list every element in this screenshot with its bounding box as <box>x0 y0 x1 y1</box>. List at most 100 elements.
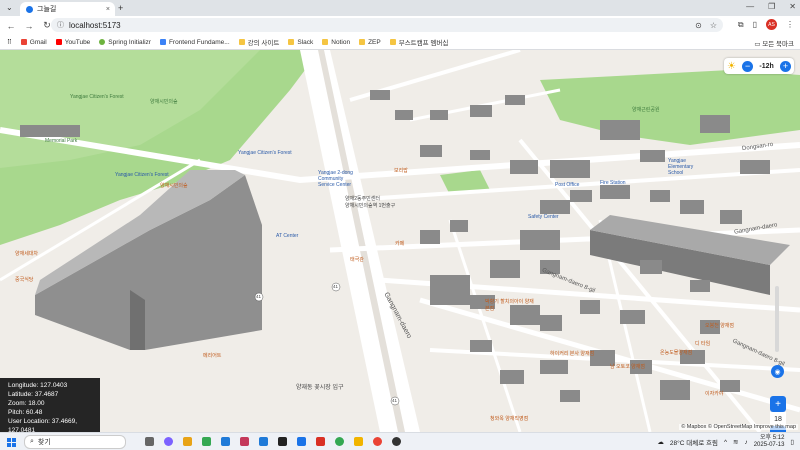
notification-icon[interactable]: ▯ <box>790 438 794 446</box>
new-tab-button[interactable]: + <box>118 3 123 13</box>
app-icon[interactable] <box>316 437 325 446</box>
app-icon[interactable] <box>259 437 268 446</box>
tab-close-icon[interactable]: × <box>106 6 110 13</box>
pitch-text: Pitch: 60.48 <box>8 409 43 416</box>
browser-window: ⌄ 그늘길 × + — ❐ ✕ ← → ↻ ⓘ localhost:5173 ⊙… <box>0 0 800 450</box>
site-info-icon[interactable]: ⓘ <box>57 20 64 30</box>
time-control: ☀ − -12h + <box>724 58 794 74</box>
taskview-icon[interactable] <box>145 437 154 446</box>
app-icon[interactable] <box>183 437 192 446</box>
taskbar-search[interactable]: ⌕ 찾기 <box>24 435 126 449</box>
bookmark-star-icon[interactable]: ☆ <box>710 21 717 30</box>
folder-icon <box>288 39 295 45</box>
route-number: 41 <box>333 284 339 289</box>
map-canvas[interactable]: 41 41 41 Gangnam-daero Gangnam-daero 8-g… <box>0 50 800 432</box>
folder-icon <box>359 39 366 45</box>
route-number: 41 <box>392 398 398 403</box>
weather-text[interactable]: 28°C 대체로 흐림 <box>670 437 718 447</box>
pitch-slider[interactable] <box>775 286 779 352</box>
time-offset-value: -12h <box>759 62 774 70</box>
app-icon[interactable] <box>164 437 173 446</box>
poi-label: 태극관 <box>350 257 364 263</box>
folder-icon <box>322 39 329 45</box>
bookmark-folder-boostcamp[interactable]: 부스트캠프 멤버십 <box>389 37 448 47</box>
extensions-icon[interactable]: ⧉ <box>738 20 744 30</box>
all-bookmarks[interactable]: ▭ 모든 북마크 <box>754 38 794 48</box>
bookmark-spring[interactable]: Spring Initializr <box>99 39 151 46</box>
clock[interactable]: 오후 5:12 2025-07-13 <box>754 435 785 449</box>
weather-icon: ☁ <box>657 439 664 446</box>
longitude-text: Longitude: 127.0403 <box>8 382 68 389</box>
map-info-panel: Longitude: 127.0403 Latitude: 37.4687 Zo… <box>0 378 100 432</box>
poi-label: 디 타임 <box>695 341 711 347</box>
poi-label: 양재동 꽃시장 입구 <box>296 385 344 391</box>
volume-icon[interactable]: ♪ <box>744 439 747 446</box>
poi-label: 박향기 할치의아이 양재본점 <box>485 299 534 312</box>
menu-icon[interactable]: ⋮ <box>786 20 794 29</box>
app-icon[interactable] <box>297 437 306 446</box>
tab-search-icon[interactable]: ⌄ <box>6 3 13 12</box>
bookmark-folder-lecture[interactable]: 강의 사이트 <box>238 37 279 47</box>
bookmark-frontend[interactable]: Frontend Fundame... <box>159 39 230 46</box>
bookmark-gmail[interactable]: Gmail <box>20 39 47 46</box>
poi-label: Fire Station <box>600 180 626 186</box>
poi-label: 보리밥 <box>394 168 408 174</box>
bookmarks-bar: ⠿ Gmail YouTube Spring Initializr Fronte… <box>0 35 800 50</box>
bookmark-folder-slack[interactable]: Slack <box>288 39 313 46</box>
poi-label: 양재시민의숲역 1번출구 <box>345 203 396 209</box>
poi-label: 메리어트 <box>203 353 222 359</box>
route-number: 41 <box>256 294 262 299</box>
app-icon[interactable] <box>278 437 287 446</box>
time-plus-button[interactable]: + <box>779 60 791 72</box>
app-icon[interactable] <box>354 437 363 446</box>
close-window-icon[interactable]: ✕ <box>789 2 796 11</box>
profile-avatar[interactable]: AS <box>766 19 777 30</box>
location-icon[interactable]: ⊙ <box>695 21 702 30</box>
folder-icon <box>389 39 396 45</box>
clock-date: 2025-07-13 <box>753 442 785 448</box>
sun-icon: ☀ <box>727 60 736 72</box>
poi-label: 오붕천 양재점 <box>705 323 734 329</box>
zoom-in-button[interactable]: + <box>770 396 786 412</box>
minimize-icon[interactable]: — <box>746 2 754 11</box>
address-bar[interactable]: ⓘ localhost:5173 ⊙ ☆ <box>51 18 723 32</box>
app-icon[interactable] <box>202 437 211 446</box>
chrome-icon[interactable] <box>335 437 344 446</box>
tray-chevron-icon[interactable]: ^ <box>724 439 727 446</box>
app-icon[interactable] <box>392 437 401 446</box>
maximize-icon[interactable]: ❐ <box>768 2 775 11</box>
bookmark-folder-zep[interactable]: ZEP <box>359 39 381 46</box>
forward-icon[interactable]: → <box>22 21 36 31</box>
youtube-icon <box>55 39 62 45</box>
back-icon[interactable]: ← <box>4 21 18 31</box>
user-location-text: User Location: 37.4669, 127.0481 <box>8 418 78 432</box>
poi-label: Safety Center <box>528 214 559 220</box>
chrome-icon[interactable] <box>373 437 382 446</box>
system-tray: ☁ 28°C 대체로 흐림 ^ ≋ ♪ 오후 5:12 2025-07-13 ▯ <box>657 435 794 449</box>
clock-time: 오후 5:12 <box>760 435 785 441</box>
poi-label: 양재근린공원 <box>632 107 660 113</box>
vscode-icon[interactable] <box>221 437 230 446</box>
map-attribution[interactable]: © Mapbox © OpenStreetMap Improve this ma… <box>679 424 798 430</box>
windows-start-icon[interactable] <box>7 437 16 447</box>
poi-label: Yangjae Citizen's Forest <box>238 150 292 156</box>
sidepanel-icon[interactable]: ▯ <box>753 20 757 29</box>
app-icon[interactable] <box>240 437 249 446</box>
search-icon: ⌕ <box>30 438 34 445</box>
time-minus-button[interactable]: − <box>742 60 754 72</box>
bookmark-youtube[interactable]: YouTube <box>55 39 90 46</box>
poi-label: 양재시민의숲 <box>150 99 178 105</box>
wifi-icon[interactable]: ≋ <box>733 438 738 446</box>
poi-label: 청와옥 양재직영점 <box>490 416 529 422</box>
eye-icon[interactable]: ◉ <box>771 365 784 378</box>
frontend-icon <box>159 39 166 45</box>
poi-label: Yangjae 2-dong Community Service Center <box>318 170 353 188</box>
bookmark-folder-notion[interactable]: Notion <box>322 39 350 46</box>
poi-label: 하이커리 본사 양재점 <box>550 351 595 357</box>
poi-label: 양재세대차 <box>15 251 39 257</box>
window-controls: — ❐ ✕ <box>746 2 796 11</box>
poi-label: 양재2동주민센터 <box>345 196 380 202</box>
tab-active[interactable]: 그늘길 × <box>20 2 115 16</box>
taskbar-apps <box>145 437 401 446</box>
apps-icon[interactable]: ⠿ <box>7 38 12 46</box>
